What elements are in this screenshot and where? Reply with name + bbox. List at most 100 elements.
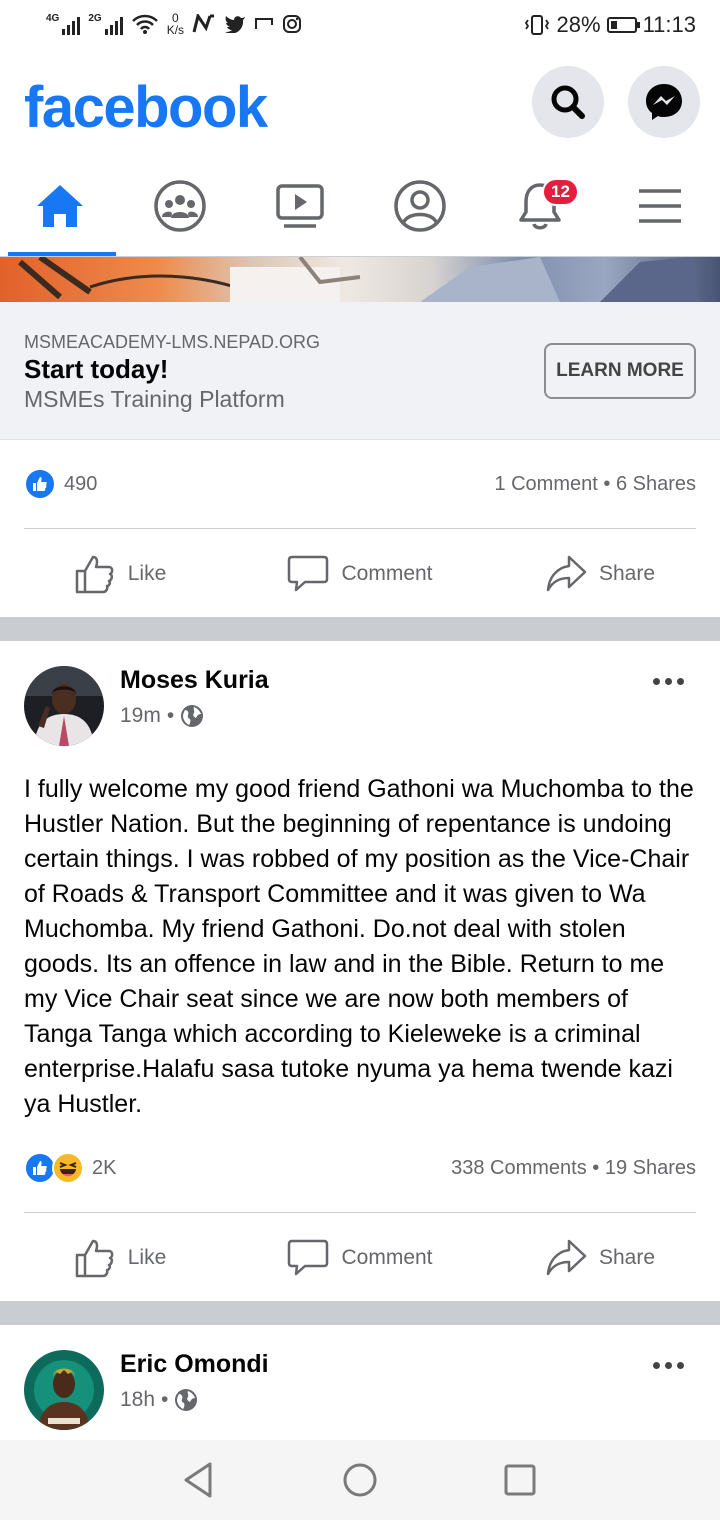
news-app-icon xyxy=(192,14,215,33)
post-actions: Like Comment Share xyxy=(0,1214,720,1302)
more-options-button[interactable] xyxy=(653,678,684,685)
ad-image[interactable] xyxy=(0,257,720,302)
ad-reactions[interactable]: 490 xyxy=(24,468,97,500)
ad-reaction-count: 490 xyxy=(64,472,98,495)
status-left: 4G 2G 0 K/s xyxy=(46,12,302,36)
network-type-2: 2G xyxy=(88,13,102,24)
system-nav-bar xyxy=(0,1440,720,1520)
share-button[interactable]: Share xyxy=(480,553,720,595)
haha-reaction-icon xyxy=(52,1152,84,1184)
signal-icon: 4G xyxy=(46,13,81,35)
share-label: Share xyxy=(598,1246,656,1269)
search-icon xyxy=(551,85,585,119)
search-button[interactable] xyxy=(532,66,604,138)
network-speed: 0 K/s xyxy=(167,12,184,36)
ad-domain: MSMEACADEMY-LMS.NEPAD.ORG xyxy=(24,332,321,352)
recents-icon[interactable] xyxy=(500,1460,540,1500)
dot-separator: • xyxy=(592,1156,605,1179)
comment-icon xyxy=(288,555,329,592)
ad-shares-count[interactable]: 6 Shares xyxy=(616,473,696,495)
tab-profile[interactable] xyxy=(362,156,478,256)
post-comment-share-counts[interactable]: 338 Comments • 19 Shares xyxy=(451,1157,696,1180)
battery-percent: 28% xyxy=(556,12,601,37)
ad-comment-share-counts[interactable]: 1 Comment • 6 Shares xyxy=(494,473,696,496)
ad-subtitle: MSMEs Training Platform xyxy=(24,386,285,412)
speed-unit: K/s xyxy=(166,23,185,37)
post-time[interactable]: 18h xyxy=(120,1388,155,1412)
avatar[interactable] xyxy=(24,666,104,746)
ad-title: Start today! xyxy=(24,354,169,384)
post-meta: 18h • xyxy=(120,1388,198,1412)
like-button[interactable]: Like xyxy=(0,553,240,595)
like-label: Like xyxy=(127,1246,167,1269)
dot-separator: • xyxy=(603,472,616,495)
tab-home[interactable] xyxy=(2,156,118,256)
globe-icon xyxy=(175,1389,198,1411)
feed-separator xyxy=(0,1301,720,1325)
divider xyxy=(24,1212,696,1213)
divider xyxy=(24,528,696,529)
dot-separator: • xyxy=(161,1388,169,1411)
twitter-icon xyxy=(225,16,246,33)
ad-comments-count[interactable]: 1 Comment xyxy=(494,473,597,495)
learn-more-button[interactable]: LEARN MORE xyxy=(544,343,696,399)
tab-groups[interactable] xyxy=(122,156,238,256)
globe-icon xyxy=(181,705,204,727)
nav-tabs: 12 xyxy=(0,156,720,257)
menu-icon xyxy=(639,189,681,223)
post-text: I fully welcome my good friend Gathoni w… xyxy=(24,775,694,1118)
post-author[interactable]: Eric Omondi xyxy=(120,1350,269,1379)
status-bar: 4G 2G 0 K/s 28% 11:13 xyxy=(0,0,720,56)
share-label: Share xyxy=(598,562,656,585)
thumbs-up-icon xyxy=(75,555,114,594)
messenger-icon xyxy=(646,84,682,120)
like-button[interactable]: Like xyxy=(0,1237,240,1279)
comment-label: Comment xyxy=(341,1246,433,1269)
groups-icon xyxy=(154,180,206,232)
ad-actions: Like Comment Share xyxy=(0,530,720,618)
vibrate-icon xyxy=(524,15,549,35)
comment-label: Comment xyxy=(341,562,433,585)
messenger-button[interactable] xyxy=(628,66,700,138)
home-nav-icon[interactable] xyxy=(340,1460,380,1500)
wifi-icon xyxy=(131,14,158,34)
signal-icon-2: 2G xyxy=(88,13,123,35)
instagram-icon xyxy=(283,15,302,33)
watch-icon xyxy=(276,184,324,228)
avatar[interactable] xyxy=(24,1350,104,1430)
profile-icon xyxy=(394,180,446,232)
profile-photo xyxy=(24,1350,104,1430)
status-right: 28% 11:13 xyxy=(523,12,696,38)
dot-separator: • xyxy=(166,704,175,727)
post-meta: 19m • xyxy=(120,704,204,728)
feed-separator xyxy=(0,617,720,641)
ad-stats: 490 1 Comment • 6 Shares xyxy=(24,456,696,512)
tab-notifications[interactable]: 12 xyxy=(482,156,598,256)
home-icon xyxy=(37,185,83,227)
post-time[interactable]: 19m xyxy=(120,704,161,728)
network-type-1: 4G xyxy=(46,13,60,24)
post-reaction-count: 2K xyxy=(92,1156,117,1179)
more-options-button[interactable] xyxy=(653,1362,684,1369)
facebook-logo[interactable]: facebook xyxy=(24,74,268,141)
battery-icon xyxy=(606,17,640,33)
comment-button[interactable]: Comment xyxy=(240,553,480,595)
post-author[interactable]: Moses Kuria xyxy=(120,666,269,695)
post-stats: 2K 338 Comments • 19 Shares xyxy=(24,1140,696,1196)
back-icon[interactable] xyxy=(180,1460,220,1500)
tab-watch[interactable] xyxy=(242,156,358,256)
ad-info[interactable]: MSMEACADEMY-LMS.NEPAD.ORG Start today! M… xyxy=(0,302,720,440)
comment-icon xyxy=(288,1239,329,1276)
post-comments-count[interactable]: 338 Comments xyxy=(451,1157,587,1179)
tab-menu[interactable] xyxy=(602,156,718,256)
clock: 11:13 xyxy=(642,12,696,37)
thumbs-up-icon xyxy=(75,1239,114,1278)
comment-button[interactable]: Comment xyxy=(240,1237,480,1279)
post-shares-count[interactable]: 19 Shares xyxy=(605,1157,696,1179)
profile-photo xyxy=(24,666,104,746)
post-reactions[interactable]: 2K xyxy=(24,1152,116,1184)
app-header: facebook xyxy=(0,56,720,156)
share-button[interactable]: Share xyxy=(480,1237,720,1279)
like-label: Like xyxy=(127,562,167,585)
share-icon xyxy=(546,1239,587,1276)
